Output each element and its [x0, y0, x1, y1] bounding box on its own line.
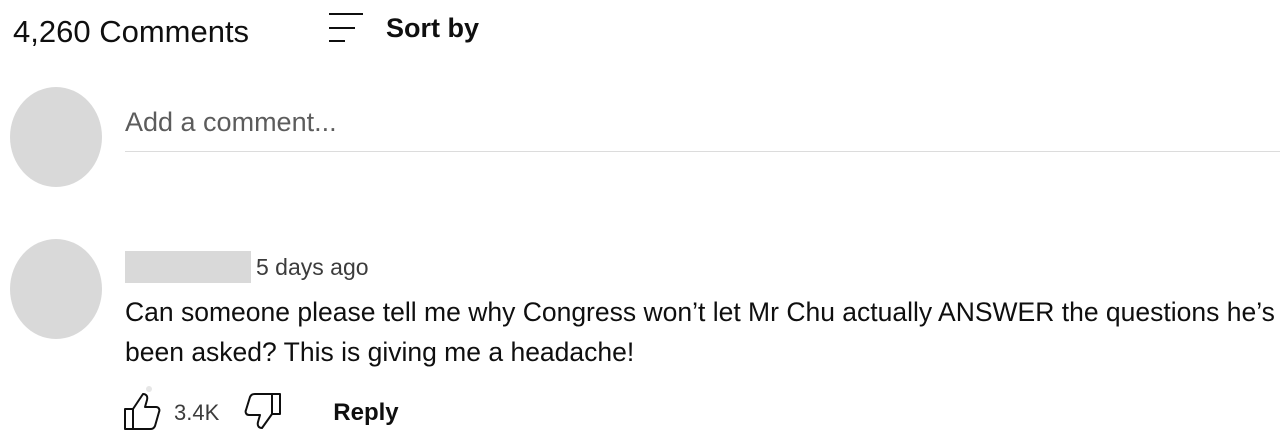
sort-icon [322, 8, 366, 48]
sort-by-label: Sort by [386, 12, 480, 43]
thumbs-down-icon [243, 390, 283, 437]
comment-author-redacted[interactable] [125, 251, 251, 283]
comment-text: Can someone please tell me why Congress … [125, 297, 1275, 367]
like-count: 3.4K [174, 400, 220, 425]
add-comment-box[interactable] [125, 100, 1280, 152]
comments-header: 4,260 Comments Sort by [0, 0, 1280, 70]
comments-count: 4,260 Comments [13, 14, 250, 49]
reply-button[interactable]: Reply [333, 399, 398, 427]
add-comment-input[interactable] [125, 100, 1280, 144]
comments-section: 4,260 Comments Sort by 5 days ago Can so… [0, 0, 1280, 441]
comment-actions: 3.4K Reply [122, 392, 399, 434]
dislike-button[interactable] [243, 392, 283, 434]
comment-meta: 5 days ago [125, 250, 369, 284]
sort-by-button[interactable]: Sort by [322, 8, 479, 48]
current-user-avatar [10, 87, 102, 187]
comment-timestamp[interactable]: 5 days ago [256, 254, 369, 281]
thumbs-up-icon [122, 390, 162, 437]
commenter-avatar[interactable] [10, 239, 102, 339]
like-button[interactable] [122, 392, 162, 434]
